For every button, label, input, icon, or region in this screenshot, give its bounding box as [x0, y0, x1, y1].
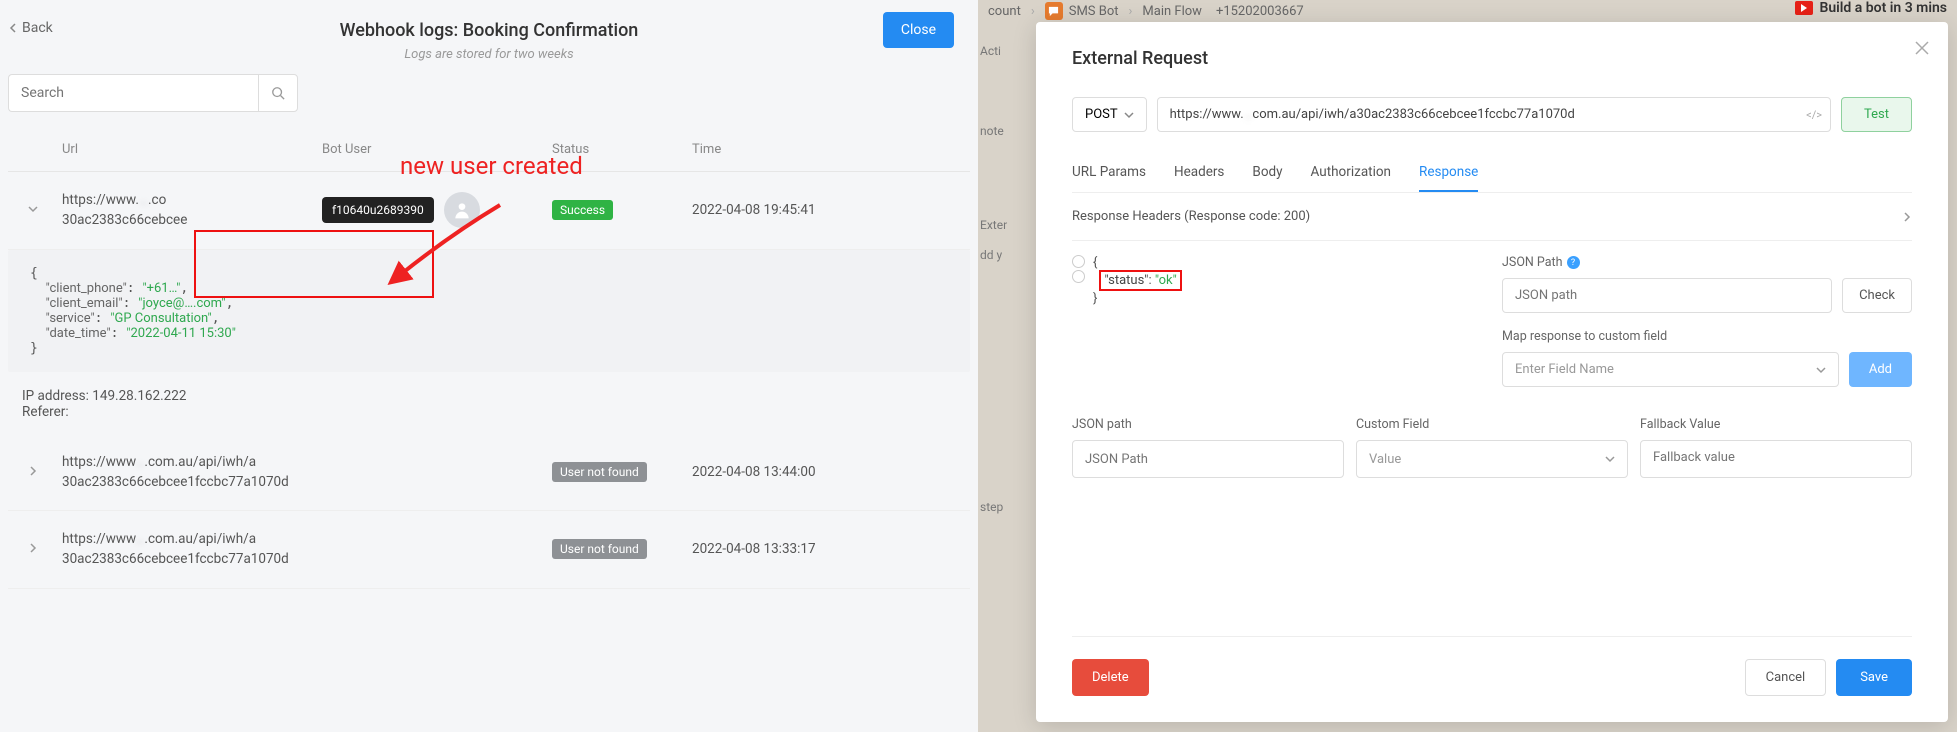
flow-crumb[interactable]: Main Flow [1142, 4, 1202, 19]
expand-toggle[interactable] [28, 541, 38, 557]
close-button[interactable]: Close [883, 12, 954, 48]
table-row[interactable]: https://www….com.au/api/iwh/a 30ac2383c6… [8, 434, 970, 512]
status-badge: Success [552, 200, 613, 220]
json-node-radio[interactable] [1072, 255, 1085, 268]
modal-title: External Request [1072, 48, 1912, 69]
mapping-row: Value [1072, 440, 1912, 478]
cell-url: https://www.….co 30ac2383c66cebcee [62, 190, 322, 231]
cell-time: 2022-04-08 19:45:41 [692, 202, 920, 218]
tabs: URL Params Headers Body Authorization Re… [1072, 154, 1912, 193]
cell-url: https://www….com.au/api/iwh/a 30ac2383c6… [62, 529, 322, 570]
jsonpath-input[interactable] [1502, 278, 1832, 313]
mapping-jsonpath-input[interactable] [1072, 440, 1344, 478]
response-json: { "status": "ok" } [1072, 255, 1472, 387]
custom-field-select[interactable]: Enter Field Name [1502, 352, 1839, 387]
request-meta: IP address: 149.28.162.222 Referer: [0, 382, 978, 434]
table-row[interactable]: https://www….com.au/api/iwh/a 30ac2383c6… [8, 511, 970, 589]
bg-text: Exter [980, 218, 1007, 232]
search-icon [271, 86, 285, 100]
close-icon[interactable] [1914, 40, 1930, 60]
cell-time: 2022-04-08 13:44:00 [692, 464, 920, 480]
tab-body[interactable]: Body [1252, 154, 1282, 192]
map-label: Map response to custom field [1502, 329, 1912, 344]
external-request-modal: External Request POST https://www.…com.a… [1036, 22, 1948, 722]
sms-bot-crumb[interactable]: SMS Bot [1045, 2, 1119, 20]
bg-text: Acti [980, 44, 1001, 58]
expand-toggle[interactable] [28, 464, 38, 480]
tab-headers[interactable]: Headers [1174, 154, 1224, 192]
page-subtitle: Logs are stored for two weeks [24, 47, 954, 62]
method-select[interactable]: POST [1072, 97, 1147, 132]
sms-icon [1045, 2, 1063, 20]
col-time: Time [692, 142, 920, 157]
col-url: Url [62, 142, 322, 157]
search-input[interactable] [8, 74, 258, 112]
bg-text: step [980, 500, 1003, 514]
chevron-down-icon [1124, 110, 1134, 120]
phone-label: +15202003667 [1216, 4, 1304, 19]
annotation-box: "status": "ok" [1099, 270, 1181, 291]
search-button[interactable] [258, 74, 298, 112]
cell-time: 2022-04-08 13:33:17 [692, 541, 920, 557]
tab-response[interactable]: Response [1419, 154, 1478, 192]
help-icon[interactable]: ? [1567, 256, 1580, 269]
collapse-toggle[interactable] [28, 202, 38, 218]
tab-authorization[interactable]: Authorization [1311, 154, 1391, 192]
code-icon[interactable]: </> [1806, 108, 1822, 121]
status-badge: User not found [552, 539, 647, 559]
back-label: Back [22, 20, 53, 36]
check-button[interactable]: Check [1842, 278, 1912, 313]
add-button[interactable]: Add [1849, 352, 1912, 387]
chevron-right-icon [1902, 212, 1912, 222]
cancel-button[interactable]: Cancel [1745, 659, 1827, 696]
url-input[interactable]: https://www.…com.au/api/iwh/a30ac2383c66… [1157, 97, 1831, 132]
youtube-icon [1795, 1, 1813, 15]
tab-url-params[interactable]: URL Params [1072, 154, 1146, 192]
bg-text: note [980, 124, 1004, 138]
cell-url: https://www….com.au/api/iwh/a 30ac2383c6… [62, 452, 322, 493]
test-button[interactable]: Test [1841, 97, 1912, 132]
status-badge: User not found [552, 462, 647, 482]
json-node-radio[interactable] [1072, 270, 1085, 283]
chevron-down-icon [1605, 454, 1615, 464]
annotation-arrow [390, 205, 510, 299]
delete-button[interactable]: Delete [1072, 659, 1149, 696]
build-bot-link[interactable]: Build a bot in 3 mins [1795, 0, 1947, 16]
webhook-logs-panel: Back Webhook logs: Booking Confirmation … [0, 0, 978, 732]
mapping-field-select[interactable]: Value [1356, 440, 1628, 478]
annotation-text: new user created [400, 152, 583, 180]
jsonpath-label: JSON Path? [1502, 255, 1912, 270]
chevron-left-icon [8, 23, 18, 33]
bg-text: dd y [980, 248, 1002, 262]
mapping-fallback-input[interactable] [1640, 440, 1912, 478]
save-button[interactable]: Save [1836, 659, 1912, 696]
mapping-columns: JSON path Custom Field Fallback Value [1072, 417, 1912, 432]
page-title: Webhook logs: Booking Confirmation [24, 20, 954, 41]
chevron-down-icon [1816, 365, 1826, 375]
back-button[interactable]: Back [8, 20, 53, 36]
response-headers-toggle[interactable]: Response Headers (Response code: 200) [1072, 193, 1912, 241]
